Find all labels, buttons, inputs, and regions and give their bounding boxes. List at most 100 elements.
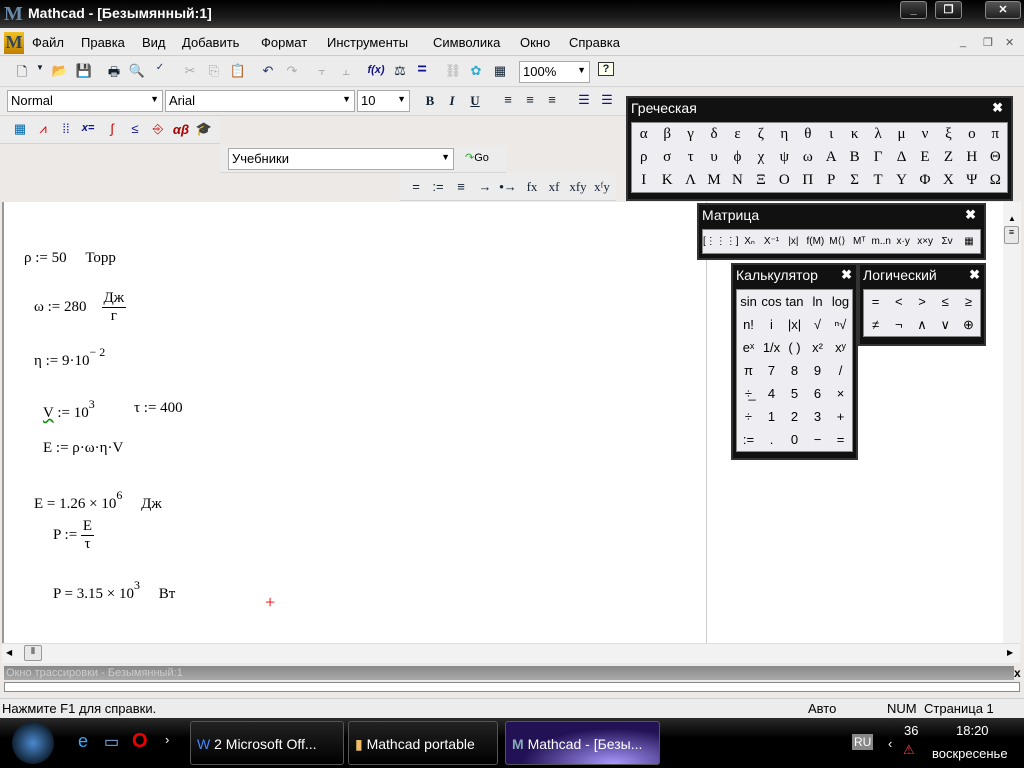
greek-palette-icon[interactable]: αβ: [171, 122, 191, 137]
matrix-palette-icon[interactable]: ⁞⁞: [56, 121, 76, 136]
run-script-icon[interactable]: ▦: [490, 63, 510, 79]
greek-palette-button[interactable]: β: [655, 123, 678, 146]
new-dropdown-icon[interactable]: ▼: [30, 63, 50, 72]
task-folder[interactable]: ▮ Mathcad portable: [348, 721, 498, 765]
calculator-palette-button[interactable]: ÷: [737, 405, 760, 428]
align-left-icon[interactable]: ≡: [498, 92, 518, 107]
greek-palette-button[interactable]: Φ: [913, 169, 936, 192]
task-mathcad[interactable]: M Mathcad - [Безы...: [505, 721, 660, 765]
calculator-palette-button[interactable]: x²: [806, 336, 829, 359]
matrix-palette-button[interactable]: [⋮⋮⋮]: [703, 230, 739, 253]
boolean-palette-icon[interactable]: ≤: [125, 121, 145, 136]
style-select[interactable]: Normal ▼: [7, 90, 163, 112]
align-across-icon[interactable]: ⫟: [312, 63, 332, 79]
calculator-palette-button[interactable]: +: [829, 405, 852, 428]
start-button[interactable]: [12, 722, 54, 764]
calculator-palette-button[interactable]: tan: [783, 290, 806, 313]
horizontal-scrollbar[interactable]: ◀ ⦀ ▶: [2, 643, 1020, 663]
tray-expand-icon[interactable]: ‹: [888, 736, 892, 751]
logic-palette-button[interactable]: ⊕: [957, 313, 980, 336]
internet-explorer-icon[interactable]: e: [78, 731, 88, 752]
trace-close-button[interactable]: x: [1014, 666, 1021, 680]
greek-palette-button[interactable]: τ: [679, 146, 702, 169]
matrix-palette-button[interactable]: X⁻¹: [761, 230, 783, 253]
calculate-icon[interactable]: =: [412, 61, 432, 79]
menu-edit[interactable]: Правка: [81, 35, 125, 50]
logic-palette-button[interactable]: ∧: [910, 313, 933, 336]
greek-palette-button[interactable]: Η: [960, 146, 983, 169]
menu-symbolics[interactable]: Символика: [433, 35, 500, 50]
copy-icon[interactable]: ⎘: [204, 63, 224, 79]
greek-palette-button[interactable]: Ρ: [820, 169, 843, 192]
calculator-palette-button[interactable]: 3: [806, 405, 829, 428]
menu-file[interactable]: Файл: [32, 35, 64, 50]
calculator-palette-button[interactable]: 6: [806, 382, 829, 405]
calculator-palette-button[interactable]: 1: [760, 405, 783, 428]
cut-icon[interactable]: ✂: [180, 63, 200, 79]
redo-icon[interactable]: ↷: [282, 63, 302, 79]
greek-palette-button[interactable]: Θ: [984, 146, 1007, 169]
greek-palette-button[interactable]: Ι: [632, 169, 655, 192]
greek-palette-button[interactable]: Λ: [679, 169, 702, 192]
calculator-palette-button[interactable]: ×: [829, 382, 852, 405]
calculator-palette-button[interactable]: π: [737, 359, 760, 382]
bullets-icon[interactable]: ☰: [574, 92, 594, 108]
greek-palette-button[interactable]: Ω: [984, 169, 1007, 192]
minimize-button[interactable]: _: [900, 1, 927, 19]
greek-palette-button[interactable]: Υ: [890, 169, 913, 192]
eval-equals-button[interactable]: =: [406, 179, 426, 194]
e-result[interactable]: E = 1.26 × 106 Дж: [34, 488, 162, 513]
eval-global-define-button[interactable]: ≡: [451, 179, 471, 194]
calculator-palette-button[interactable]: log: [829, 290, 852, 313]
calculator-palette-button[interactable]: /: [829, 359, 852, 382]
greek-palette-button[interactable]: ν: [913, 123, 936, 146]
save-icon[interactable]: 💾: [74, 63, 94, 79]
greek-palette-button[interactable]: κ: [843, 123, 866, 146]
close-button[interactable]: ✕: [985, 1, 1021, 19]
document-icon[interactable]: M: [4, 32, 24, 54]
matrix-palette-button[interactable]: M⟨⟩: [826, 230, 848, 253]
calculator-palette-button[interactable]: ln: [806, 290, 829, 313]
greek-palette-button[interactable]: ο: [960, 123, 983, 146]
resources-select[interactable]: Учебники ▼: [228, 148, 454, 170]
tau-definition[interactable]: τ := 400: [134, 400, 183, 417]
palette-close-button[interactable]: ✖: [841, 267, 852, 283]
logic-palette-button[interactable]: ≥: [957, 290, 980, 313]
palette-close-button[interactable]: ✖: [992, 100, 1003, 116]
horizontal-scroll-thumb[interactable]: ⦀: [24, 645, 42, 661]
greek-palette-button[interactable]: Τ: [866, 169, 889, 192]
menu-help[interactable]: Справка: [569, 35, 620, 50]
insert-function-icon[interactable]: f(x): [366, 64, 386, 76]
greek-palette-button[interactable]: ξ: [937, 123, 960, 146]
font-select[interactable]: Arial ▼: [165, 90, 355, 112]
open-icon[interactable]: 📂: [50, 63, 70, 79]
matrix-palette-button[interactable]: x×y: [914, 230, 936, 253]
matrix-palette-button[interactable]: ▦: [958, 230, 980, 253]
greek-palette-button[interactable]: ι: [820, 123, 843, 146]
omega-definition[interactable]: ω := 280 Дж г: [34, 290, 127, 325]
clock-time[interactable]: 18:20: [956, 723, 989, 738]
calculator-palette-button[interactable]: 0: [783, 428, 806, 451]
calculator-palette-button[interactable]: 9: [806, 359, 829, 382]
matrix-palette-button[interactable]: Mᵀ: [848, 230, 870, 253]
vertical-scrollbar[interactable]: ▲ ≡: [1003, 202, 1021, 643]
greek-palette-button[interactable]: Ν: [726, 169, 749, 192]
eval-symbolic-button[interactable]: →: [475, 179, 495, 194]
bold-button[interactable]: B: [420, 93, 440, 109]
greek-palette-button[interactable]: γ: [679, 123, 702, 146]
greek-palette-button[interactable]: π: [984, 123, 1007, 146]
calculator-palette-button[interactable]: xʸ: [829, 336, 852, 359]
matrix-palette-button[interactable]: f(M): [804, 230, 826, 253]
logic-palette-button[interactable]: ≠: [864, 313, 887, 336]
greek-palette-button[interactable]: Ο: [773, 169, 796, 192]
doc-close-button[interactable]: ✕: [1005, 36, 1014, 49]
vertical-scroll-thumb[interactable]: ≡: [1004, 226, 1019, 244]
go-button[interactable]: ↷Go: [465, 151, 489, 164]
menu-window[interactable]: Окно: [520, 35, 550, 50]
greek-palette-button[interactable]: Γ: [866, 146, 889, 169]
treefix-operator-button[interactable]: xᶠy: [592, 179, 612, 195]
programming-palette-icon[interactable]: ⎆: [148, 121, 168, 137]
rho-definition[interactable]: ρ := 50 Торр: [24, 250, 116, 267]
scroll-up-icon[interactable]: ▲: [1008, 214, 1016, 223]
calculator-palette-button[interactable]: cos: [760, 290, 783, 313]
